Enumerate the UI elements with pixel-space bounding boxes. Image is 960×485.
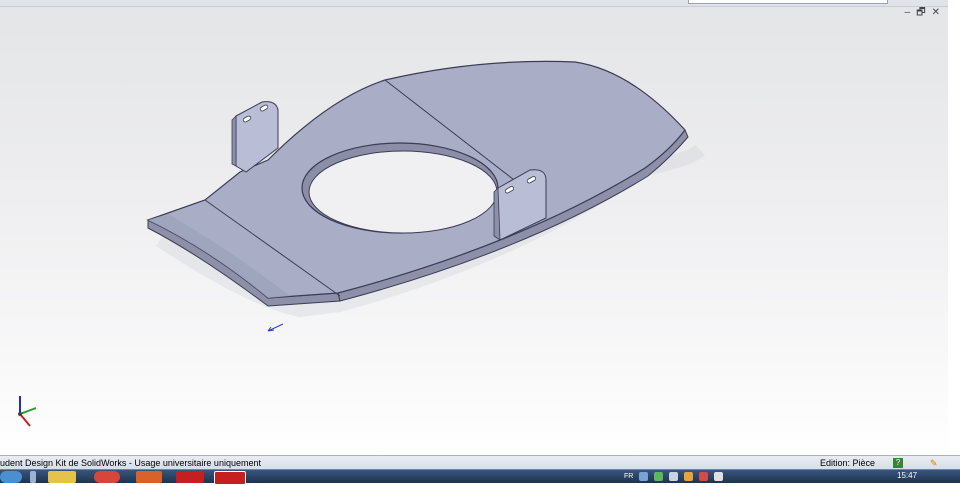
tray-app-icon[interactable]: [699, 472, 709, 481]
left-bracket-side: [231, 115, 237, 167]
status-product-text: udent Design Kit de SolidWorks - Usage u…: [0, 458, 261, 468]
triad-z-axis: [19, 413, 31, 427]
network-icon[interactable]: [639, 472, 649, 481]
taskbar-separator: [30, 471, 36, 483]
tray-app-icon[interactable]: [669, 472, 679, 481]
graphics-area[interactable]: – 🗗 ✕: [0, 0, 948, 455]
tray-app-icon[interactable]: [654, 472, 664, 481]
taskbar-clock[interactable]: 15:47: [897, 471, 917, 480]
chrome-browser-icon[interactable]: [94, 471, 120, 483]
volume-icon[interactable]: [714, 472, 724, 481]
explorer-folder-icon[interactable]: [48, 471, 76, 483]
tray-language[interactable]: FR: [624, 470, 633, 483]
triad-origin: [18, 412, 22, 416]
powerpoint-icon[interactable]: [136, 471, 162, 483]
origin-marker: [267, 323, 284, 332]
solidworks-active-icon[interactable]: [214, 471, 246, 485]
status-edit-mode: Edition: Pièce: [820, 458, 876, 468]
help-icon[interactable]: ?: [893, 458, 903, 468]
windows-taskbar: FR 15:47: [0, 469, 960, 485]
start-orb-icon[interactable]: [0, 471, 22, 483]
view-triad[interactable]: [8, 392, 44, 434]
center-hole: [308, 150, 498, 234]
status-bar: udent Design Kit de SolidWorks - Usage u…: [0, 455, 960, 470]
pencil-icon[interactable]: ✎: [930, 458, 940, 468]
system-tray: FR: [624, 470, 724, 483]
3d-part-model[interactable]: [0, 0, 948, 455]
triad-x-axis: [19, 407, 37, 415]
solidworks-icon[interactable]: [176, 471, 204, 483]
tray-app-icon[interactable]: [684, 472, 694, 481]
